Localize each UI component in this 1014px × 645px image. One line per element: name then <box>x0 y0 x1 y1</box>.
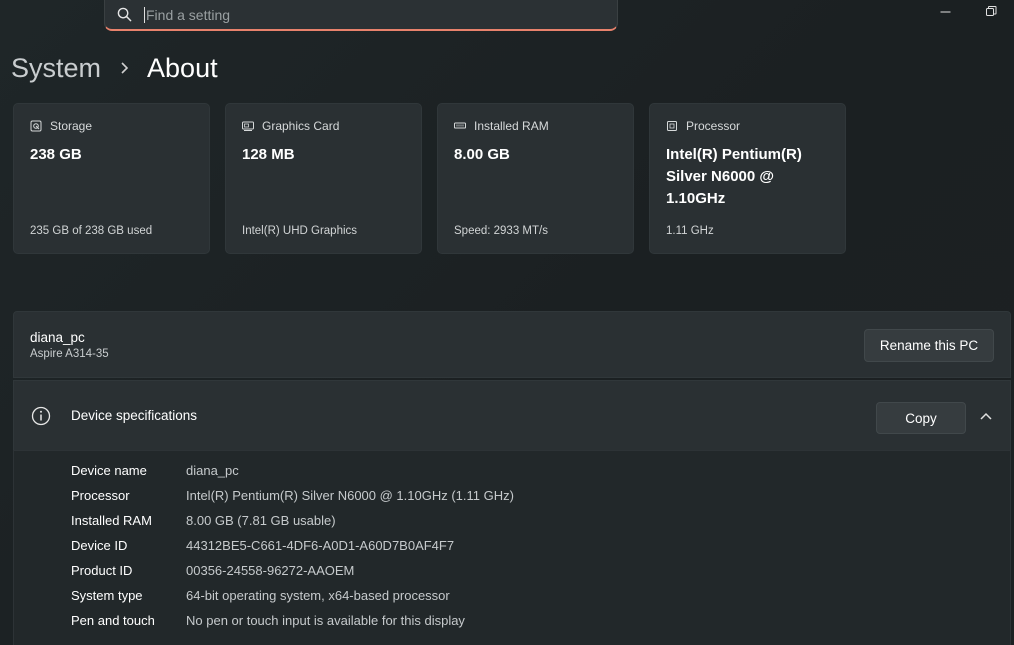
card-processor[interactable]: Processor Intel(R) Pentium(R) Silver N60… <box>649 103 846 254</box>
spec-label: System type <box>71 588 143 603</box>
pc-name: diana_pc <box>30 330 85 345</box>
card-title: Processor <box>686 119 741 133</box>
card-value: 8.00 GB <box>454 146 510 163</box>
chevron-up-icon[interactable] <box>980 411 992 421</box>
ram-icon <box>454 122 466 129</box>
chevron-right-icon <box>119 61 130 75</box>
spec-label: Pen and touch <box>71 613 155 628</box>
card-value: 238 GB <box>30 146 82 163</box>
spec-value: diana_pc <box>186 463 239 478</box>
processor-icon <box>667 121 677 131</box>
card-value: Intel(R) Pentium(R) Silver N6000 @ 1.10G… <box>666 146 802 207</box>
text-caret <box>144 6 145 23</box>
spec-label: Product ID <box>71 563 133 578</box>
search-icon <box>117 7 132 22</box>
card-subtext: Intel(R) UHD Graphics <box>242 225 358 237</box>
pc-model: Aspire A314-35 <box>30 348 109 360</box>
spec-row: Installed RAM 8.00 GB (7.81 GB usable) <box>71 513 336 533</box>
window-controls <box>922 0 1014 22</box>
spec-value: 44312BE5-C661-4DF6-A0D1-A60D7B0AF4F7 <box>186 538 455 553</box>
restore-icon <box>985 5 996 16</box>
card-subtext: 1.11 GHz <box>666 225 714 237</box>
spec-row: Device ID 44312BE5-C661-4DF6-A0D1-A60D7B… <box>71 538 454 558</box>
spec-value: No pen or touch input is available for t… <box>186 613 465 628</box>
card-title: Graphics Card <box>262 119 340 133</box>
spec-row: Product ID 00356-24558-96272-AAOEM <box>71 563 354 583</box>
card-subtext: Speed: 2933 MT/s <box>454 225 548 237</box>
spec-row: Device name diana_pc <box>71 463 239 483</box>
minimize-button[interactable] <box>922 0 968 22</box>
spec-label: Processor <box>71 488 130 503</box>
spec-row: Processor Intel(R) Pentium(R) Silver N60… <box>71 488 514 508</box>
card-storage[interactable]: Storage 238 GB 235 GB of 238 GB used <box>13 103 210 254</box>
spec-label: Device name <box>71 463 147 478</box>
section-title: Device specifications <box>71 408 198 423</box>
info-icon <box>31 406 51 425</box>
search-box[interactable] <box>104 0 618 31</box>
card-title: Storage <box>50 119 93 133</box>
card-subtext: 235 GB of 238 GB used <box>30 225 153 237</box>
device-specifications-header[interactable]: Device specifications Copy <box>13 380 1011 450</box>
rename-pc-button[interactable]: Rename this PC <box>864 329 994 362</box>
card-graphics[interactable]: Graphics Card 128 MB Intel(R) UHD Graphi… <box>225 103 422 254</box>
search-input[interactable] <box>146 6 566 23</box>
spec-label: Installed RAM <box>71 513 152 528</box>
page-title: About <box>147 52 218 83</box>
spec-value: 64-bit operating system, x64-based proce… <box>186 588 450 603</box>
spec-value: 8.00 GB (7.81 GB usable) <box>186 513 336 528</box>
card-title: Installed RAM <box>474 119 549 133</box>
card-value: 128 MB <box>242 146 295 163</box>
spec-label: Device ID <box>71 538 128 553</box>
spec-row: System type 64-bit operating system, x64… <box>71 588 450 608</box>
summary-cards: Storage 238 GB 235 GB of 238 GB used Gra… <box>13 103 846 254</box>
spec-value: Intel(R) Pentium(R) Silver N6000 @ 1.10G… <box>186 488 514 503</box>
graphics-card-icon <box>242 121 254 131</box>
pc-name-section: diana_pc Aspire A314-35 Rename this PC <box>13 311 1011 378</box>
settings-window: System About Storage 238 GB 235 GB of 23… <box>0 0 1014 645</box>
minimize-icon <box>940 11 950 12</box>
breadcrumb-system[interactable]: System <box>11 53 101 84</box>
card-ram[interactable]: Installed RAM 8.00 GB Speed: 2933 MT/s <box>437 103 634 254</box>
device-specifications-list: Device name diana_pc Processor Intel(R) … <box>13 450 1011 645</box>
restore-button[interactable] <box>968 0 1014 22</box>
storage-icon <box>30 120 42 132</box>
copy-button[interactable]: Copy <box>876 402 966 434</box>
spec-row: Pen and touch No pen or touch input is a… <box>71 613 465 633</box>
spec-value: 00356-24558-96272-AAOEM <box>186 563 355 578</box>
breadcrumb: System About <box>11 50 218 86</box>
